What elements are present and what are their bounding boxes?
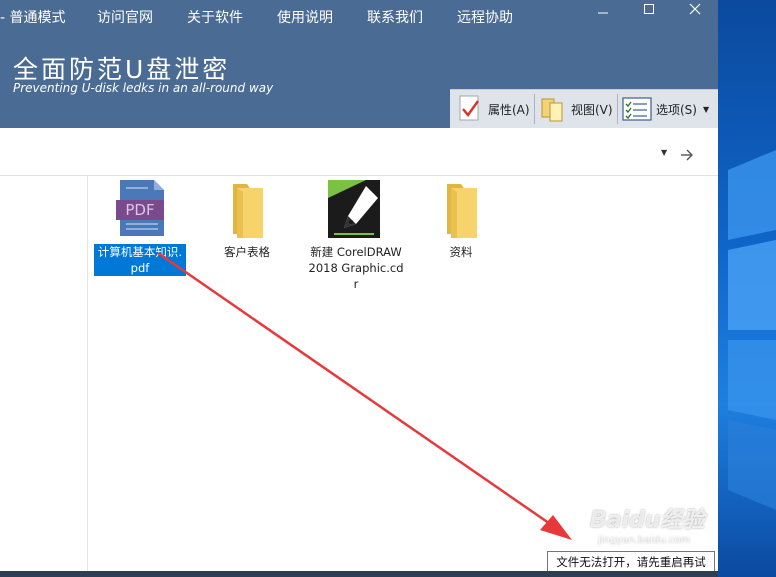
watermark-brand: Baidu经验 <box>590 508 705 533</box>
app-window: - 普通模式 访问官网 关于软件 使用说明 联系我们 远程协助 全面防范U盘泄密… <box>0 0 718 577</box>
window-bottom-border <box>0 571 718 577</box>
status-tooltip: 文件无法打开，请先重启再试 <box>547 551 715 573</box>
watermark-url: jingyan.baidu.com <box>598 535 691 546</box>
annotation-arrow <box>157 251 572 540</box>
desktop-background <box>718 0 776 577</box>
